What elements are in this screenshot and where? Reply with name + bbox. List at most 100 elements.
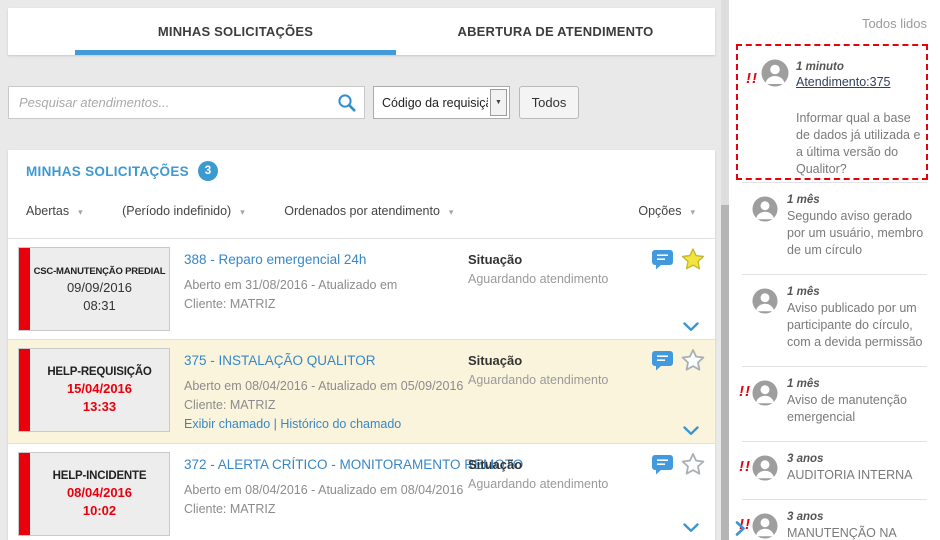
ticket-client-text: Cliente: MATRIZ xyxy=(184,501,276,516)
situation-value: Aguardando atendimento xyxy=(468,272,609,286)
notification-body: Aviso de manutenção emergencial xyxy=(787,393,907,424)
panel-header: MINHAS SOLICITAÇÕES 3 xyxy=(26,161,218,181)
urgent-icon: !! xyxy=(746,70,758,87)
notification-body: Aviso publicado por um participante do c… xyxy=(787,301,923,349)
comments-icon[interactable] xyxy=(652,455,673,475)
ticket-row-388[interactable]: CSC-MANUTENÇÃO PREDIAL 09/09/2016 08:31 … xyxy=(8,238,715,339)
situation-label: Situação xyxy=(468,457,523,472)
all-button[interactable]: Todos xyxy=(519,86,579,119)
request-code-select[interactable]: Código da requisição ▼ xyxy=(373,86,510,119)
ticket-row-375[interactable]: HELP-REQUISIÇÃO 15/04/2016 13:33 375 - I… xyxy=(8,339,715,443)
show-ticket-link[interactable]: Exibir chamado xyxy=(184,417,270,431)
situation-label: Situação xyxy=(468,353,523,368)
caret-down-icon: ▾ xyxy=(240,207,245,217)
ticket-row-372[interactable]: HELP-INCIDENTE 08/04/2016 10:02 372 - AL… xyxy=(8,443,715,540)
ticket-opened-text: Aberto em 31/08/2016 - Atualizado em xyxy=(184,278,398,292)
options-dropdown[interactable]: Opções ▾ xyxy=(638,204,695,218)
queue-name: HELP-INCIDENTE xyxy=(52,470,147,482)
request-count-badge: 3 xyxy=(197,161,218,181)
search-icon[interactable] xyxy=(337,93,357,113)
star-icon-outline[interactable] xyxy=(681,452,705,476)
ticket-opened-text: Aberto em 08/04/2016 - Atualizado em 08/… xyxy=(184,483,464,497)
notification-list: 1 mês Segundo aviso gerado por um usuári… xyxy=(729,182,940,540)
situation-value: Aguardando atendimento xyxy=(468,477,609,491)
order-filter-dropdown[interactable]: Ordenados por atendimento ▾ xyxy=(284,204,453,218)
notification-time: 1 mês xyxy=(787,194,820,206)
ticket-client-text: Cliente: MATRIZ xyxy=(184,296,276,311)
ticket-time: 10:02 xyxy=(82,503,117,518)
queue-name: HELP-REQUISIÇÃO xyxy=(47,366,152,378)
filter-bar: Opções ▾ Abertas ▾ (Período indefinido) ▾ O… xyxy=(26,204,695,222)
notification-item[interactable]: !! 3 anos MANUTENÇÃO NA SALA DE REUNIÕES… xyxy=(739,499,927,540)
select-arrow-icon[interactable]: ▼ xyxy=(490,89,507,116)
ticket-opened-text: Aberto em 08/04/2016 - Atualizado em 05/… xyxy=(184,379,464,393)
notification-item[interactable]: !! 1 mês Aviso de manutenção emergencial xyxy=(739,366,927,441)
notification-time: 3 anos xyxy=(787,453,824,465)
ticket-queue-box: HELP-INCIDENTE 08/04/2016 10:02 xyxy=(18,452,170,536)
comments-icon[interactable] xyxy=(652,351,673,371)
notification-item[interactable]: 1 mês Aviso publicado por um participant… xyxy=(742,274,927,366)
chevron-down-icon[interactable] xyxy=(683,426,699,436)
notification-item[interactable]: 1 mês Segundo aviso gerado por um usuári… xyxy=(742,182,927,274)
avatar-icon xyxy=(752,513,778,539)
priority-stripe xyxy=(19,349,30,431)
ticket-date: 15/04/2016 xyxy=(66,381,133,396)
ticket-queue-box: CSC-MANUTENÇÃO PREDIAL 09/09/2016 08:31 xyxy=(18,247,170,331)
ticket-client-text: Cliente: MATRIZ xyxy=(184,397,276,412)
avatar-icon xyxy=(752,455,778,481)
urgent-icon: !! xyxy=(739,458,751,475)
urgent-icon: !! xyxy=(739,383,751,400)
caret-down-icon: ▾ xyxy=(448,207,454,217)
tab-open-ticket[interactable]: ABERTURA DE ATENDIMENTO xyxy=(396,8,715,55)
status-filter-dropdown[interactable]: Abertas ▾ xyxy=(26,204,83,218)
priority-stripe xyxy=(19,248,30,330)
period-filter-dropdown[interactable]: (Período indefinido) ▾ xyxy=(122,204,245,218)
ticket-date: 09/09/2016 xyxy=(66,279,133,295)
notification-body: Segundo aviso gerado por um usuário, mem… xyxy=(787,209,924,257)
tab-my-requests[interactable]: MINHAS SOLICITAÇÕES xyxy=(75,8,396,55)
avatar-icon xyxy=(752,380,778,406)
notification-item[interactable]: !! 3 anos AUDITORIA INTERNA xyxy=(739,441,927,499)
ticket-meta: Aberto em 08/04/2016 - Atualizado em 05/… xyxy=(184,377,463,415)
priority-stripe xyxy=(19,453,30,535)
notification-time: 1 minuto xyxy=(796,61,844,73)
ticket-meta: Aberto em 31/08/2016 - Atualizado em Cli… xyxy=(184,276,397,314)
my-requests-panel: MINHAS SOLICITAÇÕES 3 Opções ▾ Abertas ▾ (… xyxy=(8,150,715,540)
caret-down-icon: ▾ xyxy=(690,207,695,217)
scrollbar-thumb[interactable] xyxy=(721,205,729,540)
notification-body: MANUTENÇÃO NA SALA DE REUNIÕES A xyxy=(787,526,897,540)
notification-item-new[interactable]: !! 1 minuto Atendimento:375 Informar qua… xyxy=(736,44,928,180)
situation-value: Aguardando atendimento xyxy=(468,373,609,387)
notification-body: Informar qual a base de dados já utiliza… xyxy=(796,111,921,176)
chevron-down-icon[interactable] xyxy=(683,523,699,533)
ticket-time: 08:31 xyxy=(83,297,116,313)
ticket-date: 08/04/2016 xyxy=(66,485,133,500)
notification-time: 1 mês xyxy=(787,286,820,298)
mark-all-read-link[interactable]: Todos lidos xyxy=(862,16,927,31)
ticket-title-link[interactable]: 375 - INSTALAÇÃO QUALITOR xyxy=(184,353,376,368)
star-icon-filled[interactable] xyxy=(681,247,705,271)
search-input[interactable] xyxy=(8,86,365,119)
avatar-icon xyxy=(752,288,778,314)
comments-icon[interactable] xyxy=(652,250,673,270)
ticket-meta: Aberto em 08/04/2016 - Atualizado em 08/… xyxy=(184,481,463,519)
ticket-title-link[interactable]: 388 - Reparo emergencial 24h xyxy=(184,252,366,267)
notification-time: 1 mês xyxy=(787,378,820,390)
vertical-scrollbar[interactable] xyxy=(721,0,729,540)
ticket-history-link[interactable]: Histórico do chamado xyxy=(280,417,401,431)
notification-time: 3 anos xyxy=(787,511,824,523)
chevron-right-icon[interactable] xyxy=(735,521,746,536)
avatar-icon xyxy=(752,196,778,222)
chevron-down-icon[interactable] xyxy=(683,322,699,332)
caret-down-icon: ▾ xyxy=(78,207,83,217)
link-separator: | xyxy=(270,417,281,431)
ticket-time: 13:33 xyxy=(82,399,117,414)
tab-bar: MINHAS SOLICITAÇÕES ABERTURA DE ATENDIME… xyxy=(8,8,715,55)
notifications-sidebar: Todos lidos !! 1 minuto Atendimento:375 … xyxy=(729,0,940,540)
ticket-actions: Exibir chamado | Histórico do chamado xyxy=(184,417,401,431)
star-icon-outline[interactable] xyxy=(681,348,705,372)
avatar-icon xyxy=(761,59,789,87)
panel-title: MINHAS SOLICITAÇÕES xyxy=(26,163,189,179)
notification-ticket-link[interactable]: Atendimento:375 xyxy=(796,75,891,89)
helpdesk-app: MINHAS SOLICITAÇÕES ABERTURA DE ATENDIME… xyxy=(0,0,940,540)
